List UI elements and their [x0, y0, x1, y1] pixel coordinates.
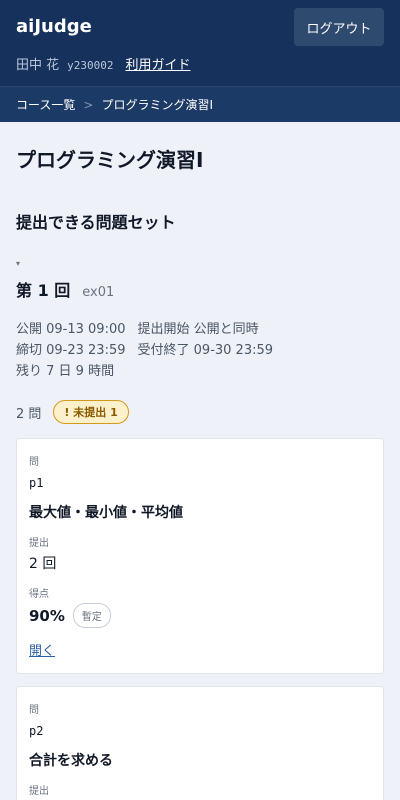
- problem-title: 合計を求める: [29, 753, 113, 769]
- breadcrumb-separator: >: [83, 97, 94, 112]
- publish-time: 公開 09-13 09:00: [16, 322, 126, 337]
- submit-count: 2 回: [29, 556, 57, 572]
- unsubmitted-badge: ! 未提出 1: [53, 400, 129, 424]
- score-value: 90%: [29, 606, 65, 625]
- main-content: プログラミング演習Ⅰ 提出できる問題セット ▾ 第 1 回 ex01 公開 09…: [0, 144, 400, 800]
- submit-label: 提出: [29, 786, 49, 797]
- round-code: ex01: [82, 285, 115, 300]
- breadcrumb-current: プログラミング演習Ⅰ: [101, 98, 214, 112]
- app-header: aiJudge ログアウト 田中 花 y230002 利用ガイド: [0, 0, 400, 86]
- user-id: y230002: [67, 59, 114, 72]
- score-label: 得点: [29, 589, 49, 600]
- open-problem-link[interactable]: 開く: [29, 640, 55, 659]
- user-name: 田中 花: [16, 58, 60, 73]
- problem-label: 問: [29, 705, 39, 716]
- round-header[interactable]: 第 1 回 ex01: [16, 277, 384, 301]
- collapse-triangle-icon[interactable]: ▾: [16, 259, 384, 269]
- accept-end: 受付終了 09-30 23:59: [137, 343, 274, 358]
- score-status-badge: 暫定: [72, 603, 111, 628]
- problem-title: 最大値・最小値・平均値: [29, 505, 183, 521]
- remaining-time: 残り 7 日 9 時間: [16, 364, 115, 379]
- problem-id: p1: [29, 476, 44, 490]
- breadcrumb-course-list[interactable]: コース一覧: [16, 96, 75, 113]
- submit-label: 提出: [29, 538, 49, 549]
- problem-label: 問: [29, 457, 39, 468]
- logout-button[interactable]: ログアウト: [294, 8, 384, 46]
- problem-card: 問 p1 最大値・最小値・平均値 提出 2 回 得点 90% 暫定 開く: [16, 438, 384, 674]
- round-title: 第 1 回: [16, 281, 71, 300]
- app-title[interactable]: aiJudge: [16, 16, 92, 37]
- user-info: 田中 花 y230002 利用ガイド: [16, 54, 191, 73]
- problem-id: p2: [29, 724, 44, 738]
- problem-card: 問 p2 合計を求める 提出: [16, 686, 384, 800]
- submit-start: 提出開始 公開と同時: [137, 322, 259, 337]
- breadcrumb: コース一覧 > プログラミング演習Ⅰ: [0, 86, 400, 122]
- section-title: 提出できる問題セット: [16, 213, 176, 232]
- page-title: プログラミング演習Ⅰ: [16, 148, 204, 172]
- guide-link[interactable]: 利用ガイド: [126, 54, 191, 73]
- problem-count-row: 2 問 ! 未提出 1: [16, 400, 384, 424]
- round-schedule: 公開 09-13 09:00 提出開始 公開と同時 締切 09-23 23:59 受…: [16, 319, 384, 382]
- deadline: 締切 09-23 23:59: [16, 343, 126, 358]
- score-row: 90% 暫定: [29, 603, 371, 628]
- problem-count: 2 問: [16, 406, 42, 422]
